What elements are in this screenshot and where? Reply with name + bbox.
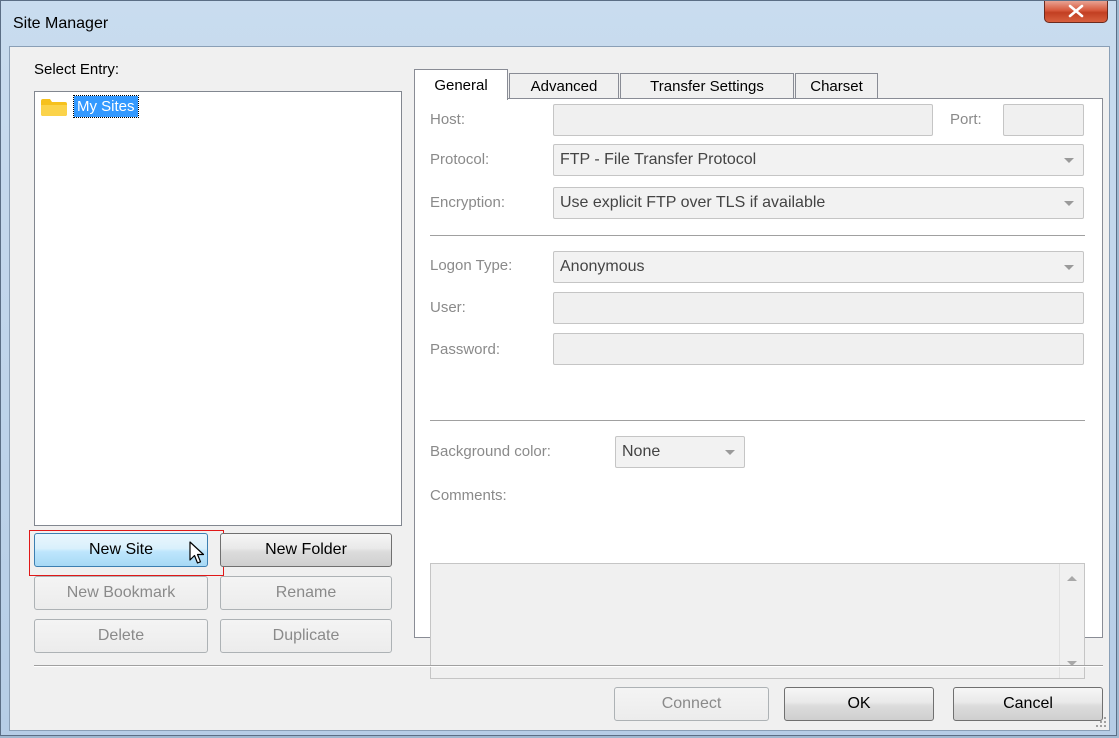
chevron-down-icon <box>1064 201 1074 206</box>
comments-label: Comments: <box>430 487 507 504</box>
logon-type-label: Logon Type: <box>430 257 513 274</box>
general-panel: Host: Port: Protocol: FTP - File Transfe… <box>414 98 1103 679</box>
close-button[interactable] <box>1044 1 1108 23</box>
chevron-down-icon <box>1064 265 1074 270</box>
chevron-down-icon <box>725 450 735 455</box>
encryption-label: Encryption: <box>430 194 506 211</box>
title-bar[interactable]: Site Manager <box>1 1 1116 46</box>
tree-item-label: My Sites <box>73 95 139 118</box>
encryption-select[interactable]: Use explicit FTP over TLS if available <box>553 187 1084 219</box>
user-label: User: <box>430 299 466 316</box>
host-label: Host: <box>430 111 466 128</box>
user-input[interactable] <box>553 292 1084 324</box>
password-label: Password: <box>430 341 501 358</box>
folder-icon <box>41 99 67 116</box>
new-folder-button[interactable]: New Folder <box>220 533 392 567</box>
cancel-button[interactable]: Cancel <box>953 687 1103 721</box>
host-input[interactable] <box>553 104 933 136</box>
window-title: Site Manager <box>13 15 109 32</box>
footer-divider <box>34 665 1103 667</box>
tab-advanced[interactable]: Advanced <box>509 73 619 99</box>
delete-button[interactable]: Delete <box>34 619 208 653</box>
background-color-label: Background color: <box>430 443 551 460</box>
password-input[interactable] <box>553 333 1084 365</box>
port-input[interactable] <box>1003 104 1084 136</box>
site-tree[interactable]: My Sites <box>34 91 402 526</box>
select-entry-label: Select Entry: <box>34 61 120 78</box>
site-manager-window: Site Manager Select Entry: My Sites New … <box>0 0 1117 736</box>
protocol-value: FTP - File Transfer Protocol <box>560 151 757 168</box>
duplicate-button[interactable]: Duplicate <box>220 619 392 653</box>
new-bookmark-button[interactable]: New Bookmark <box>34 576 208 610</box>
divider <box>430 235 1085 236</box>
background-color-value: None <box>622 443 661 460</box>
logon-type-select[interactable]: Anonymous <box>553 251 1084 283</box>
chevron-down-icon <box>1064 158 1074 163</box>
tab-transfer-settings[interactable]: Transfer Settings <box>620 73 794 99</box>
encryption-value: Use explicit FTP over TLS if available <box>560 194 826 211</box>
divider <box>430 420 1085 421</box>
tab-general[interactable]: General <box>414 69 508 100</box>
resize-grip-icon[interactable] <box>1095 716 1107 728</box>
logon-type-value: Anonymous <box>560 258 645 275</box>
dialog-body: Select Entry: My Sites New Site New Fold… <box>9 46 1110 731</box>
ok-button[interactable]: OK <box>784 687 934 721</box>
background-color-select[interactable]: None <box>615 436 745 468</box>
protocol-select[interactable]: FTP - File Transfer Protocol <box>553 144 1084 176</box>
protocol-label: Protocol: <box>430 151 490 168</box>
comments-scrollbar[interactable] <box>1059 564 1084 678</box>
port-label: Port: <box>950 111 982 128</box>
connect-button[interactable]: Connect <box>614 687 769 721</box>
rename-button[interactable]: Rename <box>220 576 392 610</box>
tab-charset[interactable]: Charset <box>795 73 878 99</box>
new-site-button[interactable]: New Site <box>34 533 208 567</box>
comments-textarea[interactable] <box>430 563 1085 679</box>
mouse-cursor-icon <box>189 541 205 564</box>
close-icon <box>1068 4 1084 18</box>
scroll-up-icon[interactable] <box>1067 576 1077 581</box>
